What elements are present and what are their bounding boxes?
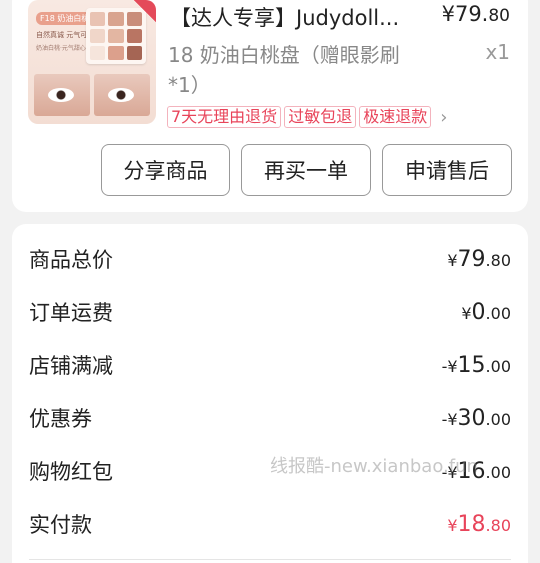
- after-sale-button[interactable]: 申请售后: [382, 144, 512, 196]
- tag-7day-return: 7天无理由退货: [167, 106, 282, 128]
- rebuy-button[interactable]: 再买一单: [241, 144, 371, 196]
- summary-value: ¥18.80: [447, 511, 511, 537]
- summary-row: 店铺满减 -¥15.00: [29, 349, 511, 381]
- share-product-button[interactable]: 分享商品: [101, 144, 230, 196]
- summary-label: 购物红包: [29, 460, 113, 484]
- divider: [29, 559, 511, 560]
- summary-label: 实付款: [29, 513, 92, 537]
- summary-value: ¥0.00: [461, 299, 511, 325]
- tag-fast-refund: 极速退款: [359, 106, 432, 128]
- eye-swatch-images: [34, 74, 150, 116]
- summary-value: -¥30.00: [441, 405, 511, 431]
- summary-row: 商品总价 ¥79.80: [29, 243, 511, 275]
- service-tags[interactable]: 7天无理由退货 过敏包退 极速退款 ›: [167, 106, 447, 128]
- tag-allergy-return: 过敏包退: [284, 106, 357, 128]
- product-thumbnail[interactable]: F18 奶油白桃盘 自然真诚 元气可爱 奶油白桃·元气甜心: [28, 0, 156, 124]
- summary-value: ¥79.80: [447, 246, 511, 272]
- summary-row: 订单运费 ¥0.00: [29, 296, 511, 328]
- product-sku: 18 奶油白桃盘（赠眼影刷*1）: [168, 43, 400, 97]
- summary-value: -¥15.00: [441, 352, 511, 378]
- watermark-text: 线报酷-new.xianbao.fun: [270, 456, 478, 477]
- summary-label: 商品总价: [29, 248, 113, 272]
- chevron-right-icon[interactable]: ›: [440, 107, 447, 128]
- summary-row: 实付款 ¥18.80: [29, 508, 511, 540]
- summary-row: 优惠券 -¥30.00: [29, 402, 511, 434]
- product-price: ¥79.80: [441, 2, 510, 26]
- summary-label: 订单运费: [29, 301, 113, 325]
- thumb-caption: 奶油白桃·元气甜心: [36, 45, 86, 52]
- product-quantity: x1: [485, 40, 510, 64]
- summary-label: 店铺满减: [29, 354, 113, 378]
- corner-badge: [134, 0, 156, 22]
- summary-label: 优惠券: [29, 407, 92, 431]
- product-title[interactable]: 【达人专享】Judydoll...: [170, 2, 428, 32]
